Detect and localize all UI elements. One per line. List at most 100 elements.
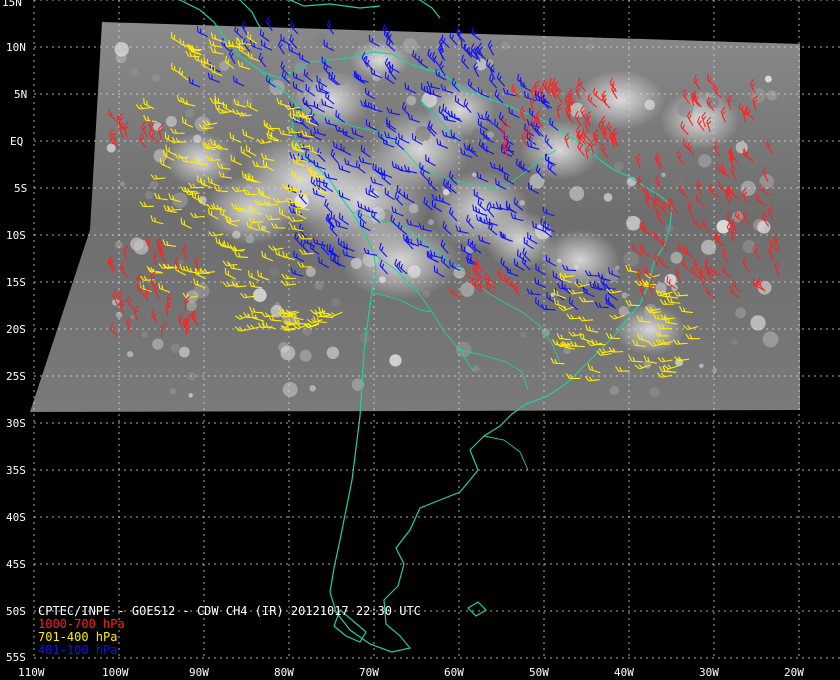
- cloud-speck: [305, 266, 316, 277]
- cloud-speck: [164, 89, 173, 99]
- cloud-speck: [731, 339, 738, 346]
- cloud-speck: [165, 115, 177, 127]
- cloud-speck: [331, 298, 341, 307]
- cloud-speck: [170, 343, 181, 354]
- lat-label: 35S: [6, 464, 26, 477]
- lat-label: 30S: [6, 417, 26, 430]
- legend-high-level: 401-100 hPa: [38, 643, 117, 657]
- cloud-speck: [541, 74, 546, 80]
- cloud-speck: [402, 38, 418, 54]
- cloud-speck: [309, 385, 316, 392]
- cloud-speck: [130, 237, 144, 251]
- cloud-speck: [609, 386, 619, 396]
- cloud-speck: [199, 161, 210, 172]
- cloud-speck: [427, 219, 434, 226]
- map-canvas: 15N 10N 5N EQ 5S 10S 15S 20S 25S 30S 35S…: [0, 0, 840, 680]
- cloud-speck: [550, 292, 555, 298]
- cloud-speck: [644, 99, 655, 111]
- lat-label: 5S: [14, 182, 27, 195]
- cloud-speck: [735, 307, 747, 319]
- lon-label: 70W: [359, 666, 379, 679]
- cloud-speck: [557, 258, 562, 263]
- cloud-speck: [106, 143, 116, 153]
- cloud-speck: [500, 40, 510, 50]
- cloud-speck: [151, 73, 161, 82]
- cloud-speck: [280, 345, 296, 361]
- cloud-speck: [127, 351, 134, 358]
- cloud-speck: [326, 346, 340, 360]
- cloud-speck: [245, 234, 255, 244]
- cloud-speck: [543, 248, 558, 263]
- lat-label: 55S: [6, 651, 26, 664]
- cloud-speck: [144, 190, 154, 200]
- cloud-speck: [712, 367, 718, 373]
- cloud-speck: [149, 180, 159, 190]
- cloud-speck: [185, 108, 195, 119]
- lat-label: 10N: [6, 41, 26, 54]
- cloud-speck: [621, 292, 628, 299]
- cloud-speck: [129, 67, 139, 77]
- cloud-speck: [764, 75, 772, 83]
- cloud-speck: [135, 83, 149, 97]
- lat-label: 20S: [6, 323, 26, 336]
- cloud-speck: [623, 251, 640, 267]
- lat-label: EQ: [10, 135, 23, 148]
- lon-label: 30W: [699, 666, 719, 679]
- cloud-speck: [661, 172, 666, 177]
- cloud-speck: [299, 349, 312, 362]
- cloud-patch: [425, 82, 495, 138]
- cloud-speck: [735, 141, 748, 154]
- cloud-speck: [406, 95, 417, 106]
- lat-label: 50S: [6, 605, 26, 618]
- legend-mid-level: 701-400 hPa: [38, 630, 117, 644]
- cloud-speck: [389, 354, 402, 367]
- lon-label: 50W: [529, 666, 549, 679]
- cloud-speck: [169, 388, 176, 395]
- cloud-speck: [766, 90, 777, 101]
- cloud-speck: [294, 61, 308, 75]
- lon-label: 20W: [784, 666, 804, 679]
- cloud-speck: [618, 305, 629, 317]
- cloud-speck: [114, 42, 129, 57]
- cloud-speck: [520, 331, 527, 338]
- cloud-speck: [574, 264, 580, 270]
- cloud-speck: [178, 346, 190, 358]
- lat-label: 25S: [6, 370, 26, 383]
- cloud-speck: [152, 338, 164, 350]
- cloud-speck: [614, 265, 620, 271]
- cloud-speck: [756, 238, 761, 244]
- lat-label: 5N: [14, 88, 27, 101]
- cloud-speck: [422, 290, 431, 298]
- lat-label: 40S: [6, 511, 26, 524]
- cloud-speck: [408, 203, 419, 214]
- cloud-speck: [472, 172, 477, 177]
- satellite-image: [30, 22, 800, 412]
- cloud-speck: [500, 151, 514, 165]
- cloud-speck: [252, 288, 267, 303]
- cloud-speck: [130, 314, 135, 320]
- cloud-speck: [269, 267, 280, 278]
- cloud-speck: [626, 215, 641, 231]
- cloud-speck: [246, 184, 251, 190]
- cloud-speck: [762, 331, 779, 348]
- lat-label: 15S: [6, 276, 26, 289]
- cloud-speck: [353, 40, 360, 47]
- lat-label: 10S: [6, 229, 26, 242]
- lat-label: 15N: [2, 0, 22, 9]
- lon-label: 110W: [18, 666, 45, 679]
- cloud-speck: [649, 387, 660, 398]
- cloud-speck: [699, 363, 704, 369]
- cloud-speck: [193, 134, 202, 144]
- cloud-speck: [475, 58, 487, 71]
- cloud-speck: [194, 116, 211, 132]
- lon-label: 100W: [102, 666, 129, 679]
- lon-label: 90W: [189, 666, 209, 679]
- cloud-speck: [750, 315, 766, 331]
- satellite-wind-map: 15N 10N 5N EQ 5S 10S 15S 20S 25S 30S 35S…: [0, 0, 840, 680]
- lon-label: 80W: [274, 666, 294, 679]
- legend-low-level: 1000-700 hPa: [38, 617, 125, 631]
- cloud-speck: [282, 382, 298, 397]
- cloud-speck: [264, 190, 269, 195]
- lon-label: 40W: [614, 666, 634, 679]
- cloud-speck: [188, 393, 193, 398]
